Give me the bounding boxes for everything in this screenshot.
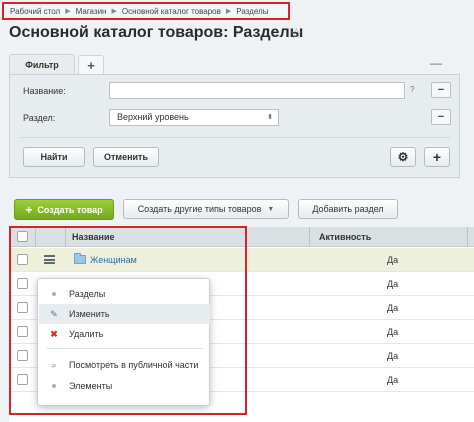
column-header-name[interactable]: Название (72, 227, 114, 247)
section-select-value: Верхний уровень (117, 112, 189, 122)
row-checkbox[interactable] (17, 302, 28, 313)
preview-icon: ⌕ (51, 359, 57, 370)
add-section-button[interactable]: Добавить раздел (298, 199, 398, 219)
row-checkbox[interactable] (17, 326, 28, 337)
breadcrumb-item-sections[interactable]: Разделы (236, 7, 268, 16)
remove-name-filter-button[interactable]: − (431, 82, 451, 98)
delete-icon: ✖ (50, 328, 58, 339)
add-filter-tab-button[interactable]: + (78, 55, 104, 74)
breadcrumb-item-shop[interactable]: Магазин (76, 7, 107, 16)
menu-item-delete[interactable]: ✖ Удалить (39, 324, 210, 344)
dot-icon (49, 381, 59, 391)
row-activity: Да (387, 375, 399, 385)
breadcrumb-item-desktop[interactable]: Рабочий стол (10, 7, 60, 16)
divider (20, 137, 450, 138)
row-checkbox[interactable] (17, 374, 28, 385)
menu-item-label: Посмотреть в публичной части (69, 360, 199, 370)
breadcrumb: Рабочий стол ▶ Магазин ▶ Основной катало… (2, 2, 290, 20)
filter-panel: Название: ? − Раздел: Верхний уровень ⬍ … (9, 74, 460, 178)
section-label: Раздел: (23, 113, 56, 123)
divider (65, 227, 66, 247)
folder-icon (74, 253, 86, 264)
star-icon[interactable]: ☆ (290, 25, 303, 42)
create-other-types-button[interactable]: Создать другие типы товаров ▼ (123, 199, 289, 219)
row-checkbox[interactable] (17, 350, 28, 361)
grid-header: Название Активность (9, 227, 474, 247)
row-menu-icon[interactable] (44, 255, 55, 264)
row-activity: Да (387, 351, 399, 361)
create-product-label: Создать товар (37, 204, 103, 215)
edit-icon: ✎ (50, 308, 58, 319)
chevron-right-icon: ▶ (65, 8, 71, 15)
breadcrumb-item-catalog[interactable]: Основной каталог товаров (122, 7, 221, 16)
collapse-filter-icon[interactable]: — (430, 56, 442, 70)
name-label: Название: (23, 86, 66, 96)
select-arrows-icon: ⬍ (267, 114, 273, 121)
create-product-button[interactable]: + Создать товар (14, 199, 114, 220)
menu-item-label: Изменить (69, 309, 110, 319)
create-other-types-label: Создать другие типы товаров (137, 204, 262, 214)
chevron-down-icon: ▼ (267, 205, 275, 213)
menu-item-edit[interactable]: ✎ Изменить (39, 304, 210, 324)
tab-filter[interactable]: Фильтр (9, 54, 75, 74)
plus-icon: + (25, 202, 33, 217)
divider (309, 227, 310, 247)
chevron-right-icon: ▶ (225, 8, 232, 15)
menu-item-label: Элементы (69, 381, 113, 391)
row-activity: Да (387, 327, 399, 337)
row-activity: Да (387, 255, 399, 265)
row-checkbox[interactable] (17, 278, 28, 289)
cancel-button[interactable]: Отменить (93, 147, 159, 167)
name-input[interactable] (109, 82, 405, 99)
dot-icon (49, 289, 59, 299)
add-field-button[interactable]: + (424, 147, 450, 167)
divider (35, 227, 36, 247)
menu-item-elements[interactable]: Элементы (39, 376, 210, 396)
help-icon[interactable]: ? (410, 85, 414, 94)
section-select[interactable]: Верхний уровень ⬍ (109, 109, 279, 126)
remove-section-filter-button[interactable]: − (431, 109, 451, 125)
row-activity: Да (387, 279, 399, 289)
gear-icon: ⚙ (397, 150, 409, 164)
row-name[interactable]: Женщинам (90, 248, 137, 272)
find-button[interactable]: Найти (23, 147, 85, 167)
menu-item-label: Удалить (69, 329, 104, 339)
settings-button[interactable]: ⚙ (390, 147, 416, 167)
row-activity: Да (387, 303, 399, 313)
divider (467, 227, 468, 247)
menu-item-sections[interactable]: Разделы (39, 284, 210, 304)
menu-item-label: Разделы (69, 289, 106, 299)
select-all-checkbox[interactable] (17, 231, 28, 242)
divider (46, 348, 203, 349)
menu-item-public-view[interactable]: ⌕ Посмотреть в публичной части (39, 355, 210, 375)
page-title: Основной каталог товаров: Разделы (9, 24, 304, 41)
column-header-activity[interactable]: Активность (319, 227, 371, 247)
row-context-menu: Разделы ✎ Изменить ✖ Удалить ⌕ Посмотрет… (37, 278, 210, 406)
chevron-right-icon: ▶ (111, 8, 117, 15)
table-row[interactable]: Женщинам Да (9, 248, 474, 272)
row-checkbox[interactable] (17, 254, 28, 265)
